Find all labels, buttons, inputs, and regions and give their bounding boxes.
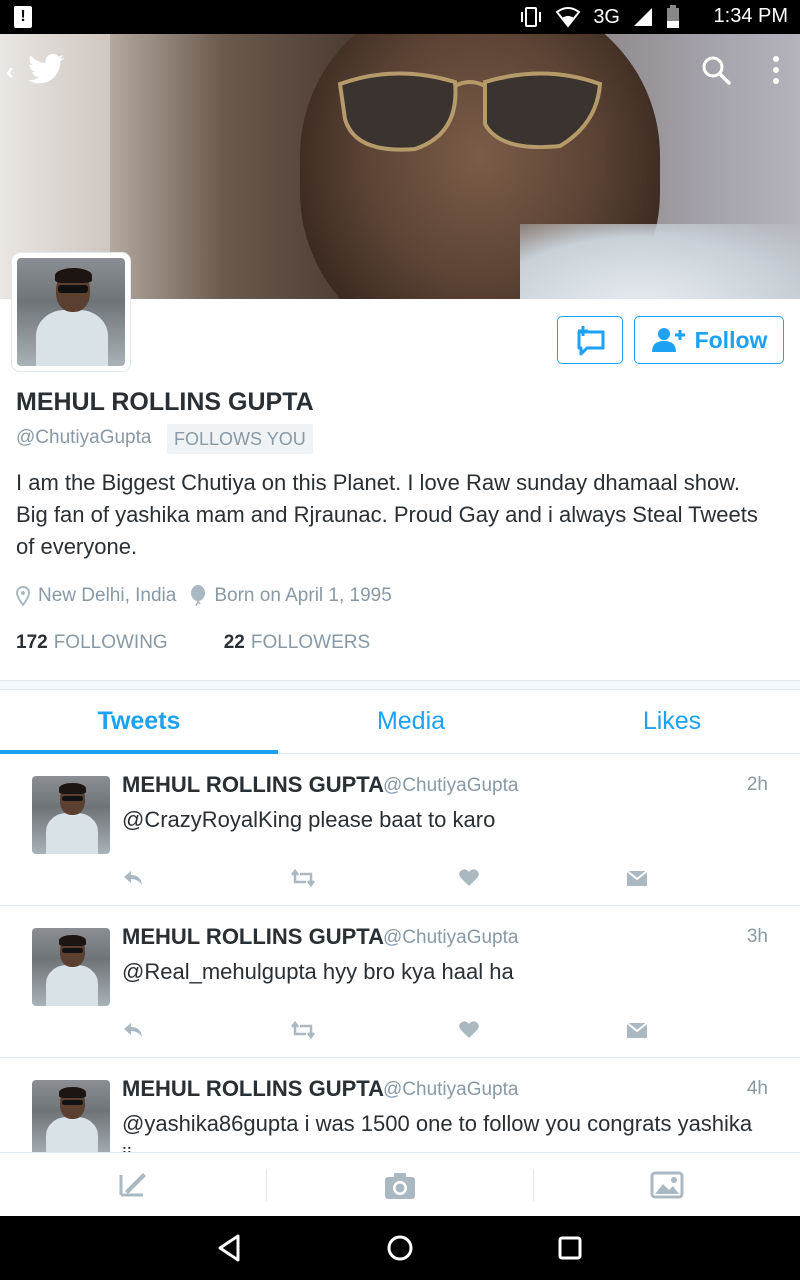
tweet-author-name: MEHUL ROLLINS GUPTA [122,1076,384,1101]
follows-you-badge: FOLLOWS YOU [167,424,313,454]
battery-icon [667,5,679,28]
signal-icon [634,8,652,26]
vibrate-icon [521,7,542,27]
compose-separator [266,1169,267,1201]
profile-meta: New Delhi, India Born on April 1, 1995 [16,584,406,608]
reply-icon[interactable] [122,1020,144,1045]
tweet-item[interactable]: MEHUL ROLLINS GUPTA @ChutiyaGupta 3h @Re… [0,906,800,1058]
profile-stats: 172 FOLLOWING 22 FOLLOWERS [16,632,426,654]
search-icon[interactable] [700,54,732,86]
followers-stat[interactable]: 22 FOLLOWERS [224,632,370,654]
camera-icon[interactable] [380,1165,420,1205]
profile-bio: I am the Biggest Chutiya on this Planet.… [16,470,758,559]
birthday: Born on April 1, 1995 [190,585,392,607]
wifi-icon [555,7,581,28]
follow-label: Follow [694,326,768,353]
status-bar: ! 3G 1:34 PM [0,0,800,34]
tweet-time: 3h [746,926,768,947]
tweet-author-name: MEHUL ROLLINS GUPTA [122,924,384,949]
section-divider [0,680,800,690]
clock: 1:34 PM [713,5,788,27]
message-icon [577,326,605,356]
tweet-actions [122,868,682,892]
tweet-avatar[interactable] [32,928,110,1006]
like-icon[interactable] [458,1020,480,1045]
more-icon[interactable] [766,54,786,86]
android-nav-bar [0,1216,800,1280]
follow-button[interactable]: Follow [634,316,784,364]
tweet-time: 4h [746,1078,768,1099]
tweet-author-handle: @ChutiyaGupta [383,927,519,948]
tweet-text: @Real_mehulgupta hyy bro kya haal ha [122,959,514,984]
banner-sunglasses [337,71,603,152]
tweet-author-handle: @ChutiyaGupta [383,1079,519,1100]
tab-tweets[interactable]: Tweets [0,690,278,754]
direct-message-icon[interactable] [626,1020,648,1045]
retweet-icon[interactable] [290,868,316,893]
tab-media[interactable]: Media [278,690,544,753]
following-stat[interactable]: 172 FOLLOWING [16,632,168,654]
followers-count: 22 [223,632,245,653]
location-text: New Delhi, India [38,585,177,606]
followers-label: FOLLOWERS [250,632,371,653]
compose-bar [0,1152,800,1216]
reply-icon[interactable] [122,868,144,893]
avatar-image [17,258,125,366]
profile-handle: @ChutiyaGupta [16,427,152,448]
profile-name: MEHUL ROLLINS GUPTA [16,388,314,416]
compose-separator [533,1169,534,1201]
tweet-avatar[interactable] [32,776,110,854]
gallery-icon[interactable] [647,1165,687,1205]
network-type: 3G [593,5,620,28]
alert-icon: ! [14,6,32,28]
profile-avatar[interactable] [12,253,130,371]
status-icons: 3G [519,5,680,29]
banner-shirt [520,224,800,299]
like-icon[interactable] [458,868,480,893]
nav-recents-icon[interactable] [554,1232,586,1264]
tweet-actions [122,1020,682,1044]
back-icon[interactable]: ‹ [6,58,14,86]
tweet-text: @CrazyRoyalKing please baat to karo [122,807,496,832]
direct-message-icon[interactable] [626,868,648,893]
location-pin-icon [16,586,30,606]
following-label: FOLLOWING [53,632,168,653]
direct-message-button[interactable] [557,316,623,364]
profile-tabs: Tweets Media Likes [0,690,800,754]
tab-likes[interactable]: Likes [544,690,800,753]
tweet-author-handle: @ChutiyaGupta [383,775,519,796]
balloon-icon [191,585,206,607]
following-count: 172 [16,632,48,653]
tweet-avatar[interactable] [32,1080,110,1158]
twitter-bird-icon[interactable] [28,54,64,84]
nav-home-icon[interactable] [384,1232,416,1264]
tweet-time: 2h [746,774,768,795]
compose-tweet-icon[interactable] [113,1165,153,1205]
location: New Delhi, India [16,585,176,607]
add-user-icon [651,328,685,352]
tweet-author-name: MEHUL ROLLINS GUPTA [122,772,384,797]
birthday-text: Born on April 1, 1995 [214,585,392,606]
tweet-item[interactable]: MEHUL ROLLINS GUPTA @ChutiyaGupta 2h @Cr… [0,754,800,906]
retweet-icon[interactable] [290,1020,316,1045]
nav-back-icon[interactable] [214,1232,246,1264]
